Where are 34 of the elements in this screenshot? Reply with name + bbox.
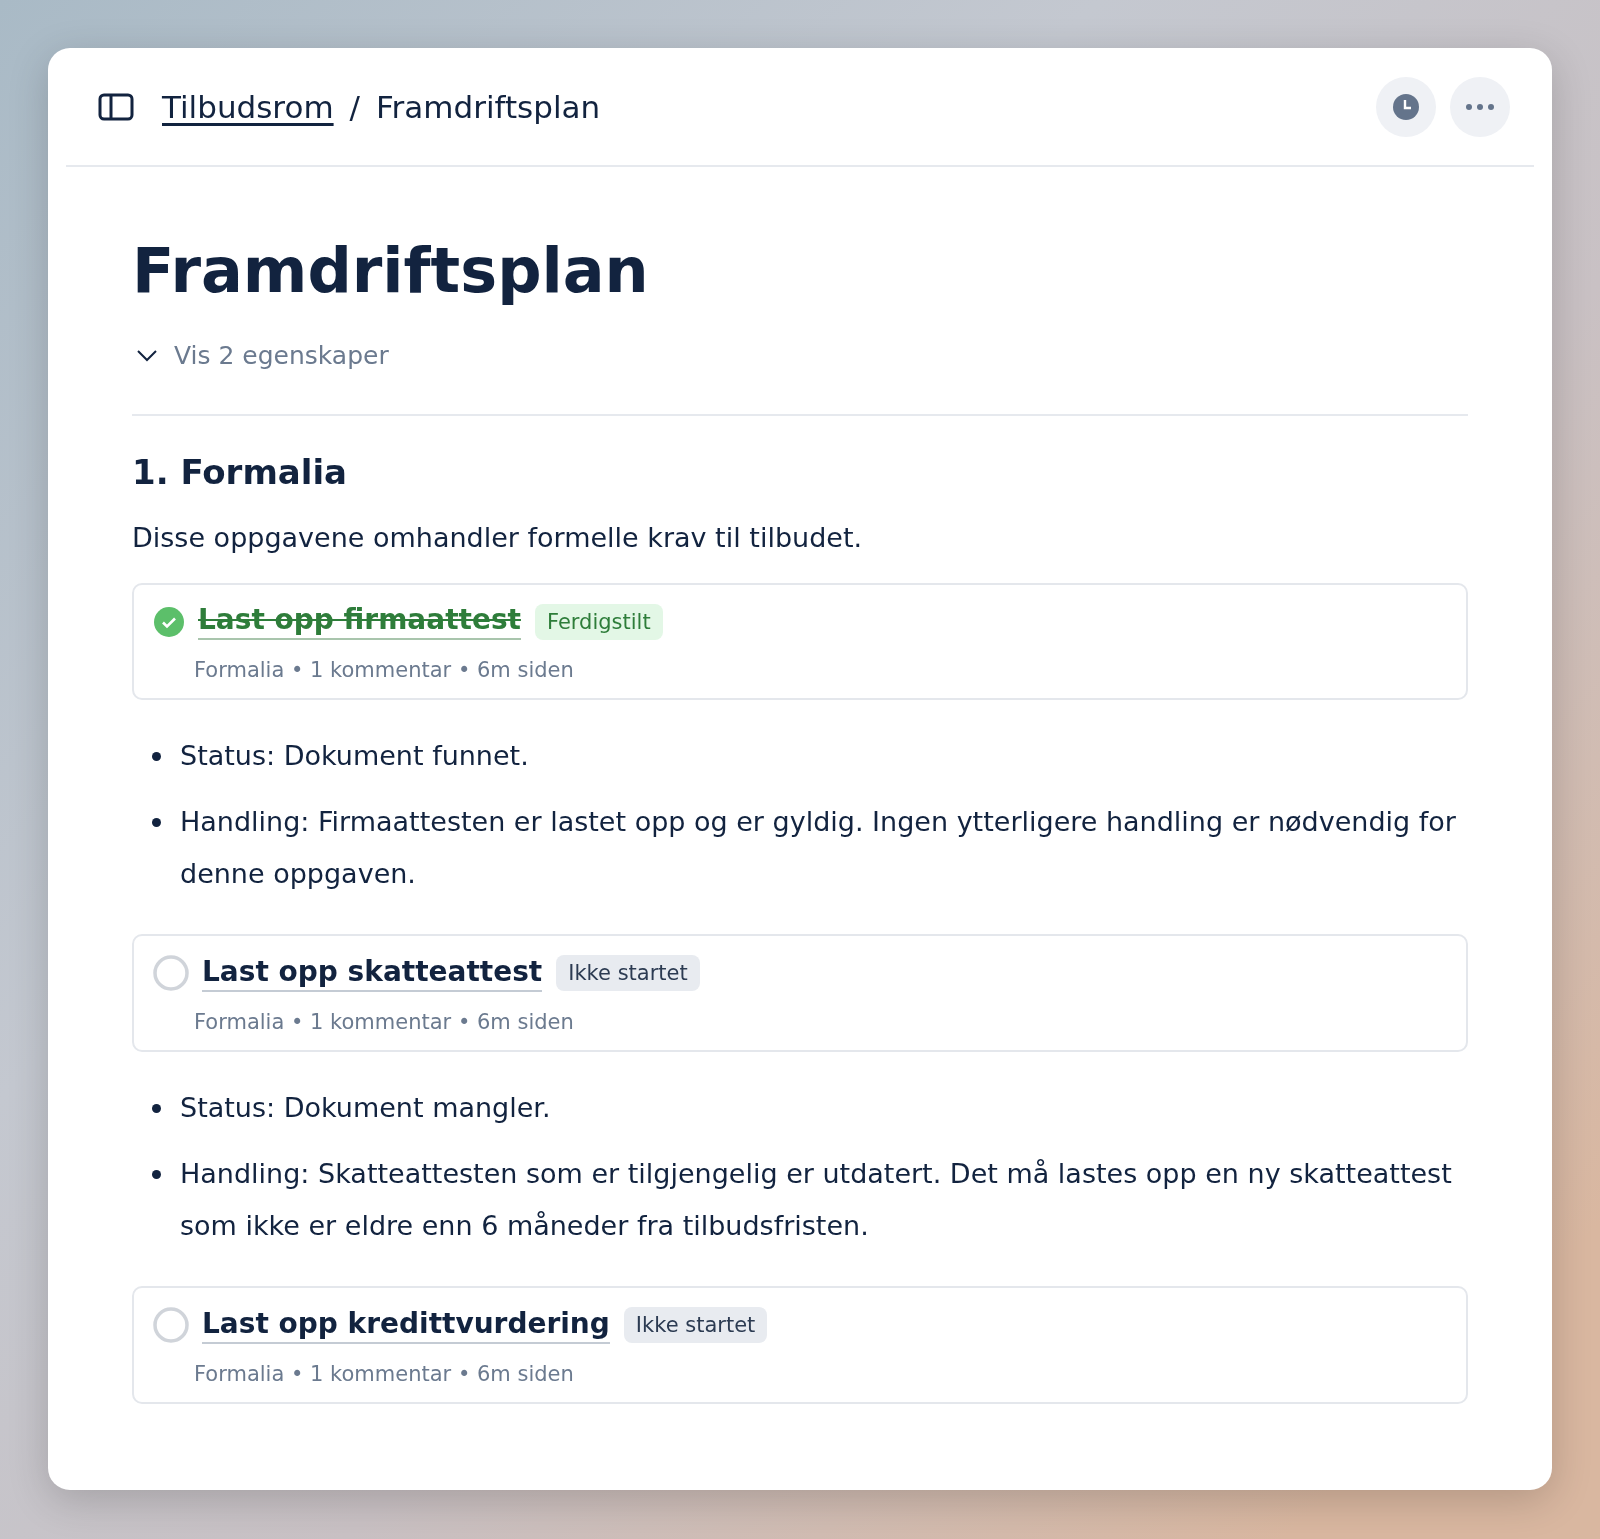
checked-circle-icon[interactable] (152, 604, 186, 639)
status-badge: Ferdigstilt (534, 603, 663, 640)
bullet-icon (152, 752, 161, 762)
empty-circle-icon[interactable] (152, 954, 190, 993)
bullet-icon (152, 1104, 161, 1114)
bullet-icon (152, 1170, 161, 1180)
task-title-link[interactable]: Last opp firmaattest (198, 603, 521, 641)
task-card[interactable]: Last opp kredittvurdering Ikke startet Formalia • 1 kommentar • 6m siden (132, 1286, 1468, 1405)
task-title-link[interactable]: Last opp skatteattest (202, 954, 543, 992)
breadcrumb-current: Framdriftsplan (376, 88, 601, 125)
task-meta: Formalia • 1 kommentar • 6m siden (194, 1362, 575, 1387)
breadcrumb-link[interactable]: Tilbudsrom (162, 88, 334, 125)
bullet-text: Status: Dokument funnet. (180, 739, 529, 774)
task-meta: Formalia • 1 kommentar • 6m siden (194, 1010, 575, 1035)
bullet-icon (152, 818, 161, 828)
empty-circle-icon[interactable] (152, 1306, 190, 1345)
task-meta: Formalia • 1 kommentar • 6m siden (194, 658, 575, 683)
task-title-link[interactable]: Last opp kredittvurdering (202, 1306, 610, 1344)
bullet-text: Handling: Firmaattesten er lastet opp og er gyldig. Ingen ytterligere handling er nødvendig for denne oppgaven. (180, 805, 1457, 892)
clock-icon (1392, 92, 1420, 121)
properties-toggle[interactable]: Vis 2 egenskaper (132, 341, 389, 371)
more-icon (1465, 102, 1495, 111)
status-badge: Ikke startet (623, 1307, 768, 1344)
status-badge: Ikke startet (556, 955, 700, 992)
section-description: Disse oppgavene omhandler formelle krav til tilbudet. (132, 522, 864, 554)
bullet-text: Status: Dokument mangler. (180, 1091, 551, 1126)
page-title: Framdriftsplan (132, 237, 650, 306)
task-card[interactable]: Last opp firmaattest Ferdigstilt Formalia • 1 kommentar • 6m siden (132, 583, 1468, 701)
breadcrumb-separator: / (349, 88, 361, 125)
bullet-text: Handling: Skatteattesten som er tilgjengelig er utdatert. Det må lastes opp en ny skatteattest som ikke er eldre enn 6 måneder fra tilbudsfristen. (180, 1157, 1453, 1244)
sidebar-toggle-icon[interactable] (98, 92, 134, 121)
section-heading: 1. Formalia (132, 452, 348, 493)
task-card[interactable]: Last opp skatteattest Ikke startet Formalia • 1 kommentar • 6m siden (132, 934, 1468, 1053)
chevron-icon (136, 348, 158, 363)
